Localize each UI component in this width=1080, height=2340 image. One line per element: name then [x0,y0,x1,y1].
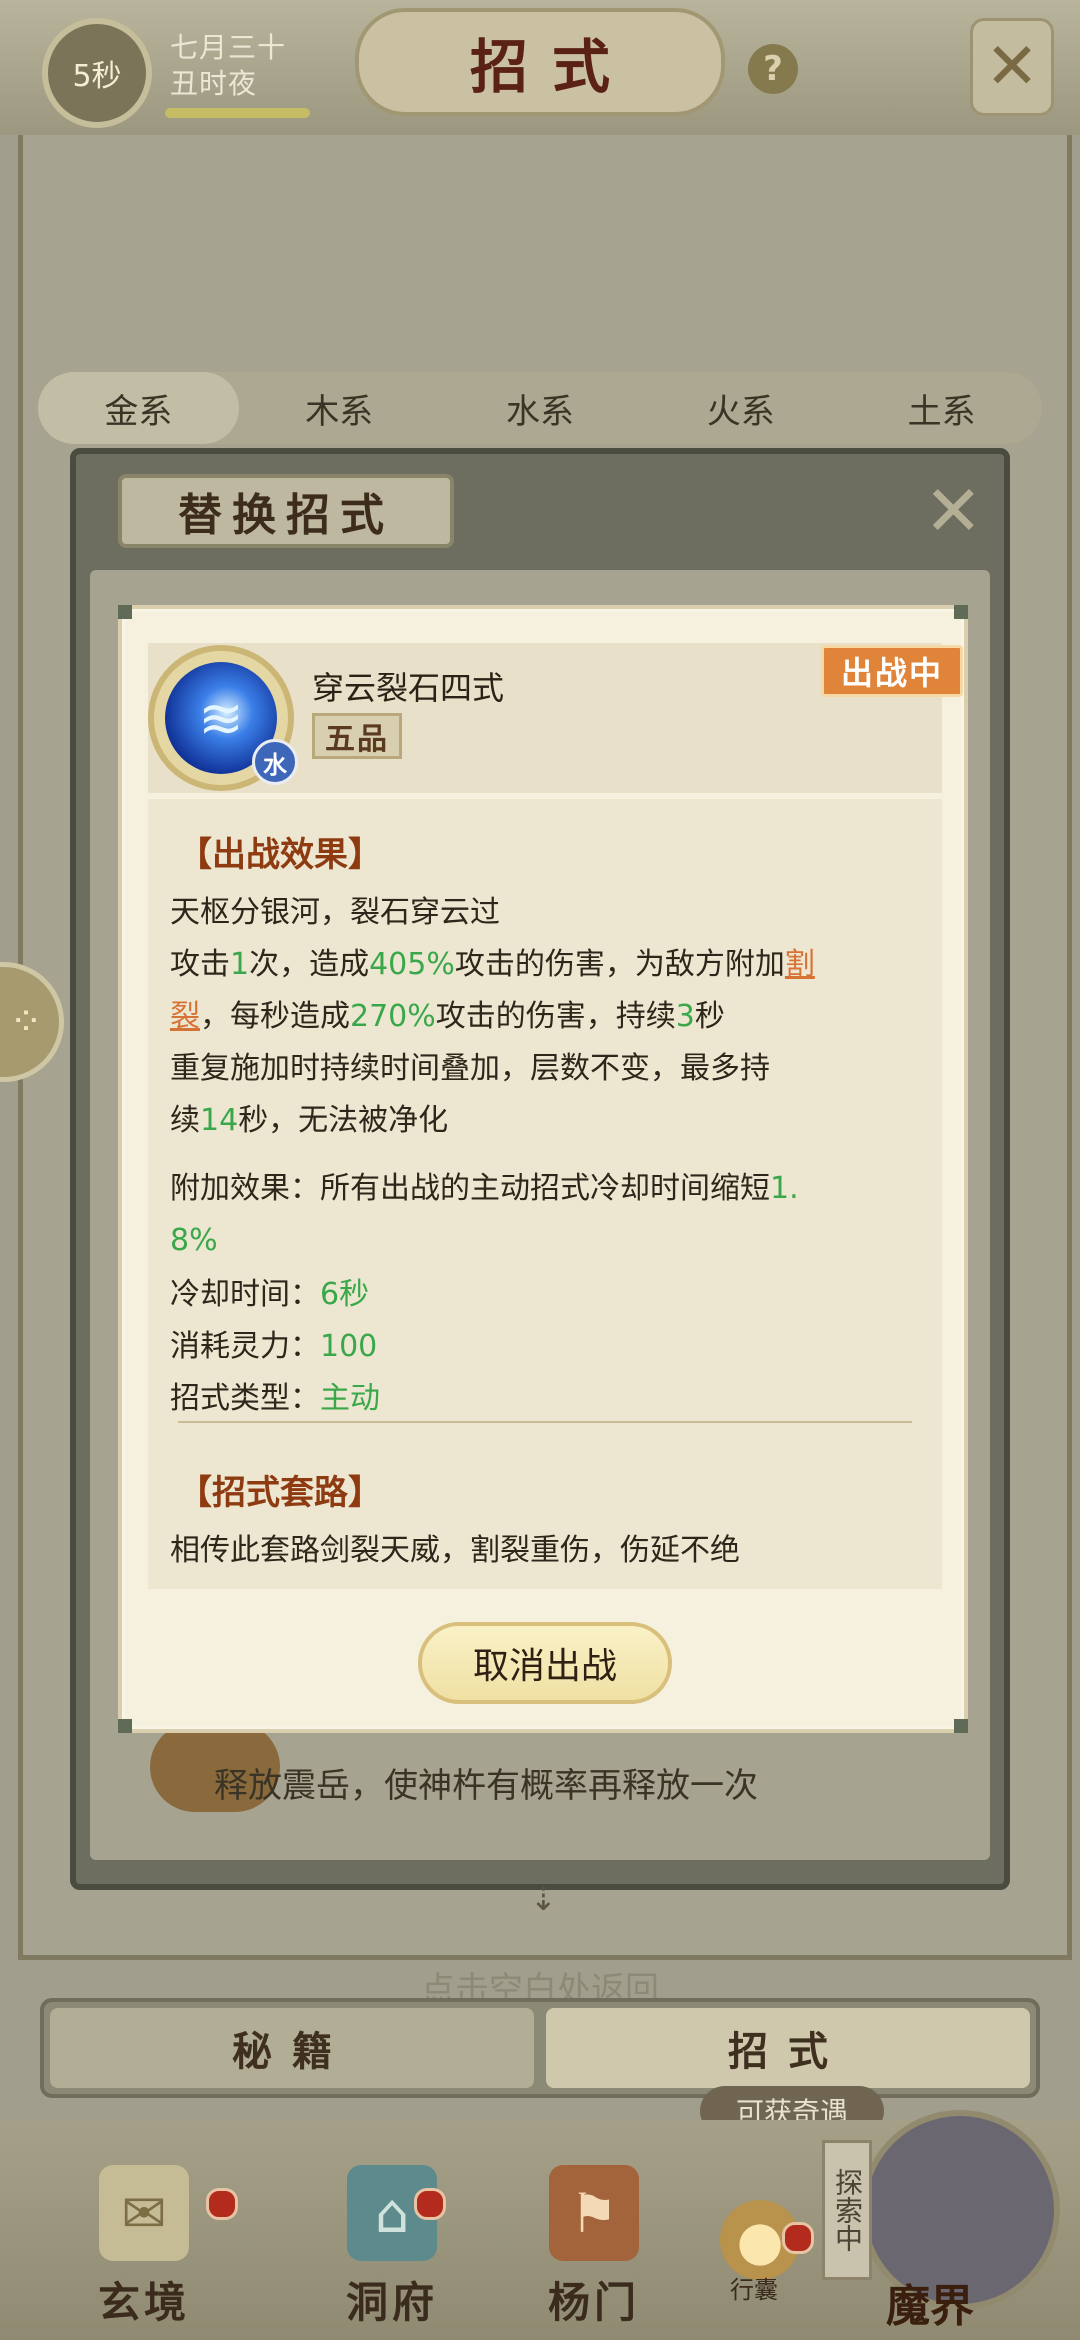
date-line-1: 七月三十 [170,31,287,64]
effect-paragraph-2: 攻击1次，造成405%攻击的伤害，为敌方附加割裂，每秒造成270%攻击的伤害，持… [170,939,930,1043]
page-title-plaque: 招式 [355,8,725,116]
nav-label: 洞府 [345,2278,438,2327]
text: 次，造成 [249,947,370,982]
routine-text: 相传此套路剑裂天威，割裂重伤，伤延不绝 [170,1533,740,1568]
nav-label: 玄境 [97,2278,190,2327]
damage-percent: 405% [369,947,455,982]
effect-heading: 【出战效果】 [178,835,382,875]
exploring-tag: 探索中 [822,2140,872,2280]
stat-label: 冷却时间： [170,1277,320,1312]
replace-dialog-title: 替换招式 [178,490,394,541]
time-progress-bar [165,108,310,118]
scroll-down-arrow-icon: ⇣ [530,1880,557,1918]
cooldown-stat: 冷却时间：6秒 [170,1269,369,1313]
list-item-description: 释放震岳，使神杵有概率再释放一次 [214,1766,758,1806]
page-title: 招式 [469,33,634,101]
stat-value: 主动 [320,1381,380,1416]
text: 攻击的伤害，持续 [435,999,676,1034]
skill-description: 【出战效果】 天枢分银河，裂石穿云过 攻击1次，造成405%攻击的伤害，为敌方附… [148,799,942,1589]
divider [178,1421,912,1423]
cooldown-reduction: 1. [770,1171,799,1206]
tab-skills[interactable]: 招式 [546,2008,1030,2088]
nav-label: 杨门 [547,2278,640,2327]
effect-paragraph-3: 重复施加时持续时间叠加，层数不变，最多持 续14秒，无法被净化 [170,1043,930,1147]
cooldown-reduction: 8% [170,1223,218,1258]
dot-percent: 270% [350,999,436,1034]
tab-earth[interactable]: 土系 [841,372,1042,444]
scroll-icon: ✉ [99,2165,189,2261]
corner-ornament [954,1719,968,1733]
extra-effect: 附加效果：所有出战的主动招式冷却时间缩短1. 8% [170,1163,930,1267]
text: 续 [170,1103,200,1138]
date-line-2: 丑时夜 [170,67,258,100]
text: ，每秒造成 [200,999,350,1034]
close-page-button[interactable]: ✕ [970,18,1054,116]
skill-header: ≋ 水 穿云裂石四式 五品 出战中 [148,643,963,793]
corner-ornament [118,1719,132,1733]
text: 攻击 [170,947,230,982]
dots-icon: ⁘ [9,999,43,1045]
replace-dialog-close-icon[interactable]: ✕ [924,476,983,546]
tab-metal[interactable]: 金系 [38,372,239,444]
notification-dot [782,2222,814,2254]
effect-line-1: 天枢分银河，裂石穿云过 [170,895,500,930]
nav-xuanjing[interactable]: ✉ 玄境 [64,2150,224,2330]
cost-stat: 消耗灵力：100 [170,1321,377,1365]
text: 秒 [694,999,725,1034]
cancel-deploy-button[interactable]: 取消出战 [418,1622,672,1704]
type-stat: 招式类型：主动 [170,1373,380,1417]
banner-icon: ⚑ [549,2165,639,2261]
duration: 3 [675,999,695,1034]
text: 秒，无法被净化 [238,1103,449,1138]
hit-count: 1 [230,947,250,982]
stat-label: 招式类型： [170,1381,320,1416]
grade-badge: 五品 [312,713,402,759]
nav-dongfu[interactable]: ⌂ 洞府 [312,2150,472,2330]
skill-name: 穿云裂石四式 [312,669,505,707]
laceration-link[interactable]: 割 [785,947,815,982]
bag-label: 行囊 [730,2276,778,2304]
notification-dot [206,2188,238,2220]
help-icon[interactable]: ? [748,44,798,94]
tab-water[interactable]: 水系 [440,372,641,444]
element-badge: 水 [252,739,298,785]
text: 附加效果：所有出战的主动招式冷却时间缩短 [170,1171,770,1206]
tab-fire[interactable]: 火系 [640,372,841,444]
corner-ornament [118,605,132,619]
stat-value: 100 [320,1329,378,1364]
skill-detail-card: ≋ 水 穿云裂石四式 五品 出战中 【出战效果】 天枢分银河，裂石穿云过 攻击1… [118,605,968,1733]
text: 重复施加时持续时间叠加，层数不变，最多持 [170,1051,770,1086]
demon-realm-label: 魔界 [886,2281,974,2332]
tab-secret-books[interactable]: 秘籍 [50,2008,534,2088]
notification-dot [414,2188,446,2220]
bottom-tabs: 秘籍 招式 [40,1998,1040,2098]
laceration-link[interactable]: 裂 [170,999,200,1034]
routine-heading: 【招式套路】 [178,1473,382,1513]
replace-dialog-title-plaque: 替换招式 [118,474,454,548]
element-filter-tabs: 金系 木系 水系 火系 土系 [38,372,1042,444]
max-duration: 14 [200,1103,239,1138]
nav-yangmen[interactable]: ⚑ 杨门 [514,2150,674,2330]
status-badge: 出战中 [821,645,963,697]
corner-ornament [954,605,968,619]
text: 攻击的伤害，为敌方附加 [454,947,785,982]
stat-label: 消耗灵力： [170,1329,320,1364]
stat-value: 6秒 [320,1277,370,1312]
tab-wood[interactable]: 木系 [239,372,440,444]
timer-badge: 5秒 [42,18,152,128]
